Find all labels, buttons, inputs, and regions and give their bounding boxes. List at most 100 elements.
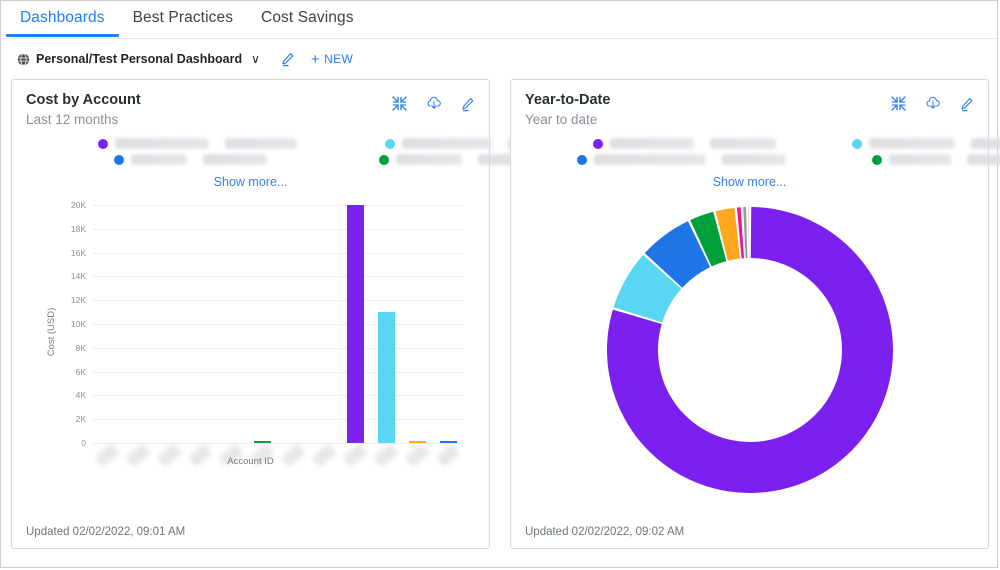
widget-header: Year-to-Date Year to date	[511, 80, 988, 129]
gridline	[92, 300, 464, 302]
globe-icon	[17, 52, 30, 66]
updated-timestamp: Updated 02/02/2022, 09:01 AM	[26, 526, 186, 538]
collapse-icon[interactable]	[392, 96, 407, 111]
gridline	[92, 347, 464, 349]
legend-color-swatch	[385, 138, 395, 149]
y-axis-tick-label: 4K	[75, 390, 86, 401]
legend-value-redacted	[203, 154, 267, 165]
widget-year-to-date: Year-to-Date Year to date Show more... U…	[510, 79, 1000, 549]
y-axis-tick-label: 6K	[75, 366, 86, 377]
legend-color-swatch	[379, 154, 389, 165]
legend-label-redacted	[594, 154, 706, 165]
updated-timestamp: Updated 02/02/2022, 09:02 AM	[525, 526, 685, 538]
legend-color-swatch	[577, 154, 587, 165]
legend-label-redacted	[115, 138, 209, 149]
gridline	[92, 276, 464, 278]
show-more-link[interactable]: Show more...	[511, 175, 988, 189]
widget-subtitle: Last 12 months	[26, 112, 119, 127]
download-icon[interactable]	[426, 96, 441, 111]
gridline	[92, 395, 464, 397]
new-dashboard-label: NEW	[324, 52, 354, 66]
y-axis-tick-label: 16K	[70, 247, 86, 258]
legend-label-redacted	[402, 138, 492, 149]
legend-color-swatch	[852, 138, 862, 149]
widget-actions	[891, 96, 974, 112]
y-axis-tick-label: 8K	[75, 342, 86, 353]
y-axis-tick-label: 12K	[70, 295, 86, 306]
widget-cost-by-account: Cost by Account Last 12 months Show more…	[11, 79, 568, 549]
tab-dashboards-label: Dashboards	[20, 9, 105, 26]
donut-svg	[606, 207, 893, 494]
legend-label-redacted	[131, 154, 187, 165]
legend-color-swatch	[114, 154, 124, 165]
bar-plot-area: 0 2K 4K 6K 8K 10K 12K 14K 16K 18K 20K	[71, 200, 464, 448]
dashboard-selector-row: Personal/Test Personal Dashboard ∨ + NEW	[1, 39, 997, 79]
legend-label-redacted	[869, 138, 955, 149]
legend-color-swatch	[872, 154, 882, 165]
gridline	[92, 419, 464, 421]
y-axis-tick-label: 14K	[70, 271, 86, 282]
tab-dashboards[interactable]: Dashboards	[6, 1, 119, 37]
donut-chart	[511, 199, 988, 501]
bar[interactable]	[377, 312, 396, 443]
bar[interactable]	[253, 441, 272, 443]
show-more-link[interactable]: Show more...	[12, 175, 489, 189]
legend-value-redacted	[225, 138, 297, 149]
edit-icon[interactable]	[460, 96, 475, 112]
chevron-down-icon: ∨	[251, 52, 260, 66]
legend-item[interactable]	[525, 154, 786, 165]
dashboard-picker[interactable]: Personal/Test Personal Dashboard ∨	[17, 52, 260, 66]
new-dashboard-button[interactable]: + NEW	[311, 52, 353, 67]
legend-label-redacted	[889, 154, 951, 165]
y-axis-tick-label: 2K	[75, 414, 86, 425]
legend-value-redacted	[710, 138, 776, 149]
legend-item[interactable]	[786, 138, 1000, 149]
legend-item[interactable]	[786, 154, 1000, 165]
y-axis-tick-label: 18K	[70, 223, 86, 234]
tab-best-practices-label: Best Practices	[132, 9, 234, 26]
pencil-icon	[282, 53, 294, 67]
dashboard-app: Dashboards Best Practices Cost Savings P…	[0, 0, 1000, 568]
widget-legend	[511, 138, 1000, 165]
legend-item[interactable]	[525, 138, 786, 149]
gridline	[92, 443, 464, 444]
x-axis-title: Account ID	[227, 456, 274, 467]
edit-dashboard-button[interactable]	[279, 50, 297, 68]
dashboard-widgets: Cost by Account Last 12 months Show more…	[1, 79, 1000, 549]
donut-slice[interactable]	[748, 207, 749, 259]
tab-cost-savings[interactable]: Cost Savings	[247, 1, 368, 36]
legend-color-swatch	[98, 138, 108, 149]
y-axis-tick-label: 0	[81, 438, 86, 448]
bar[interactable]	[439, 441, 458, 443]
main-tab-bar: Dashboards Best Practices Cost Savings	[1, 1, 997, 39]
download-icon[interactable]	[925, 96, 940, 111]
legend-label-redacted	[610, 138, 694, 149]
legend-color-swatch	[593, 138, 603, 149]
legend-item[interactable]	[26, 154, 297, 165]
edit-icon[interactable]	[959, 96, 974, 112]
bar[interactable]	[408, 441, 427, 443]
tab-cost-savings-label: Cost Savings	[261, 9, 354, 26]
legend-item[interactable]	[26, 138, 297, 149]
widget-subtitle: Year to date	[525, 112, 598, 127]
legend-value-redacted	[722, 154, 786, 165]
bar-chart: Cost (USD) 0 2K 4K 6K 8K 10K 12K 14K 16K 18K 20K A…	[12, 195, 489, 473]
gridline	[92, 252, 464, 254]
widget-legend	[12, 138, 568, 165]
gridline	[92, 324, 464, 325]
gridline	[92, 371, 464, 373]
donut-slice[interactable]	[742, 207, 747, 259]
y-axis-tick-label: 20K	[70, 200, 86, 210]
collapse-icon[interactable]	[891, 96, 906, 111]
widget-header: Cost by Account Last 12 months	[12, 80, 489, 129]
dashboard-name-label: Personal/Test Personal Dashboard	[36, 52, 243, 66]
legend-value-redacted	[971, 138, 1000, 149]
gridline	[92, 228, 464, 230]
legend-value-redacted	[967, 154, 1000, 165]
bar[interactable]	[346, 205, 365, 443]
y-axis-tick-label: 10K	[70, 319, 86, 329]
gridline	[92, 205, 464, 206]
tab-best-practices[interactable]: Best Practices	[119, 1, 247, 36]
legend-label-redacted	[396, 154, 462, 165]
y-axis-title: Cost (USD)	[46, 307, 57, 357]
